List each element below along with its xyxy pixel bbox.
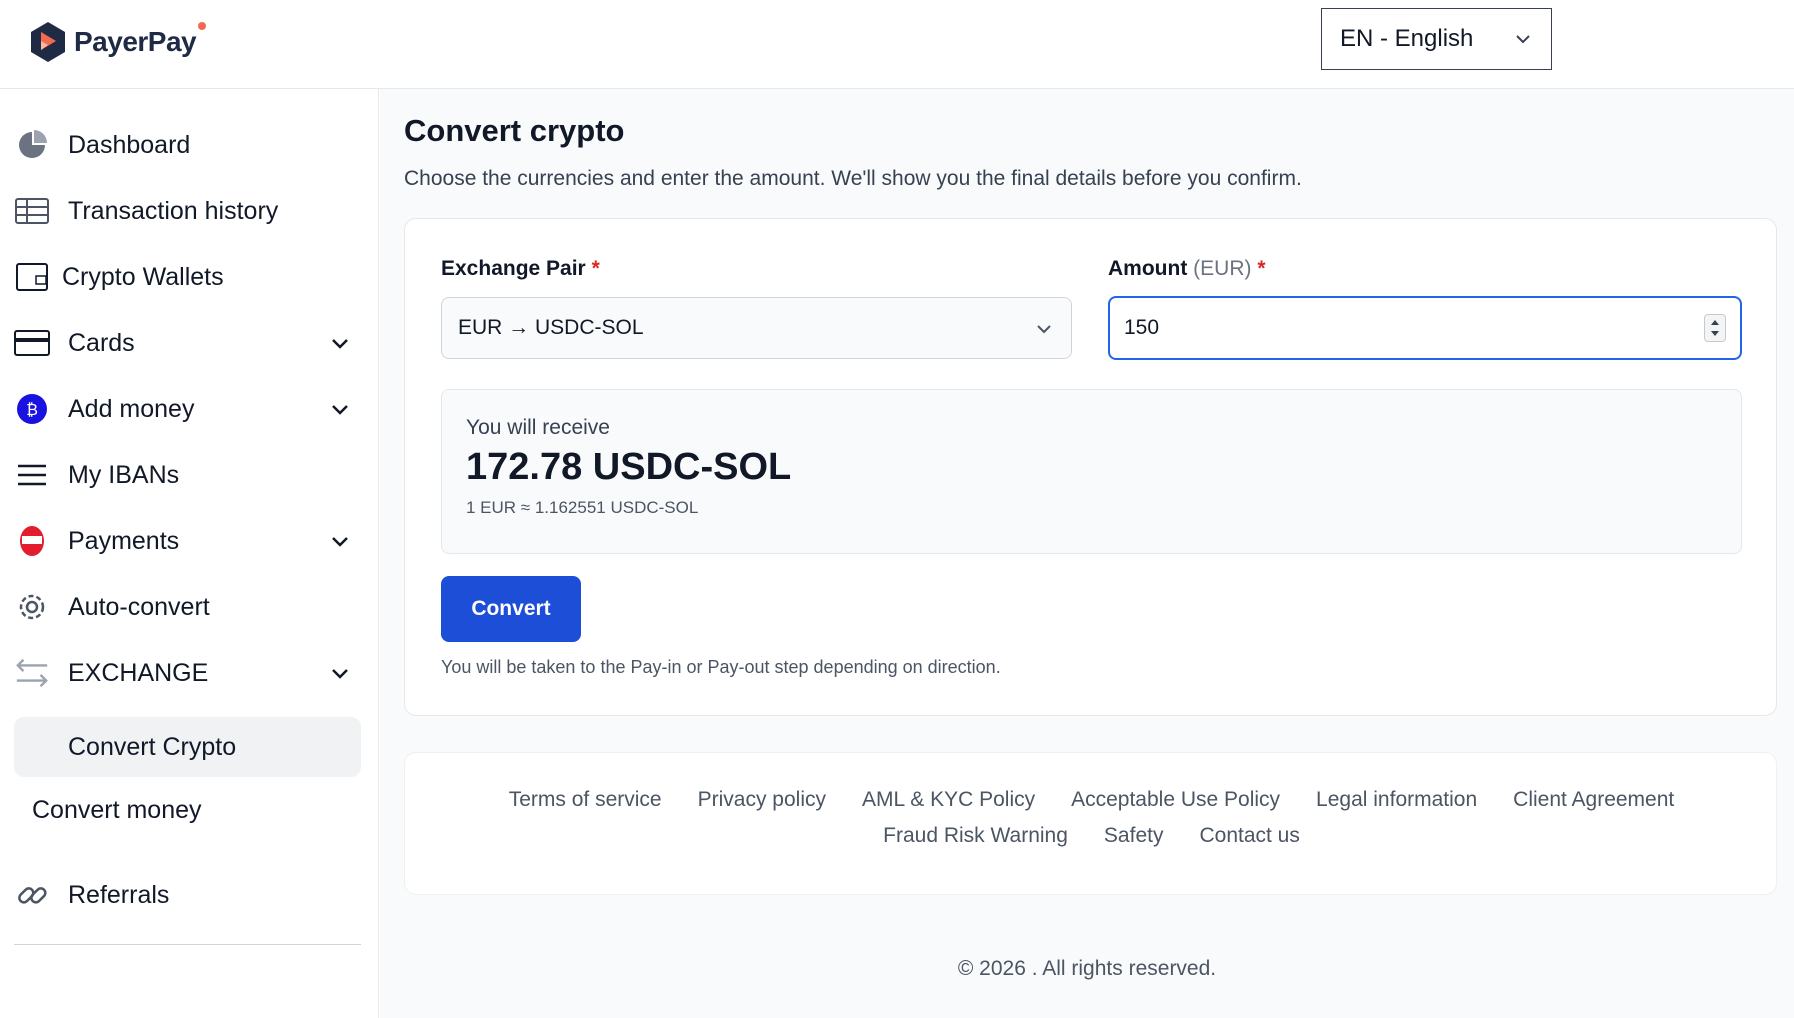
convert-hint: You will be taken to the Pay-in or Pay-o…	[441, 657, 1001, 677]
brand-name: PayerPay	[74, 26, 197, 57]
page-subtitle: Choose the currencies and enter the amou…	[404, 167, 1302, 190]
pie-chart-icon	[14, 127, 50, 163]
sidebar-item-my-ibans[interactable]: My IBANs	[0, 446, 379, 504]
footer-links-row: Fraud Risk Warning Safety Contact us	[405, 824, 1778, 848]
amount-label: Amount (EUR) *	[1108, 257, 1266, 281]
language-select-value: EN - English	[1340, 25, 1474, 52]
sidebar-item-label: Referrals	[68, 880, 170, 909]
required-mark: *	[1257, 257, 1266, 280]
brand-logo-icon	[31, 22, 65, 62]
amount-label-text: Amount	[1108, 257, 1188, 280]
footer-link-aml-kyc[interactable]: AML & KYC Policy	[862, 788, 1035, 812]
sidebar-item-label: Convert money	[32, 795, 202, 824]
sidebar-item-exchange[interactable]: EXCHANGE	[0, 644, 379, 702]
brand-logo[interactable]: PayerPay	[28, 20, 207, 64]
wallet-icon	[14, 259, 50, 295]
footer-link-client-agreement[interactable]: Client Agreement	[1513, 788, 1674, 812]
footer-link-terms[interactable]: Terms of service	[509, 788, 662, 812]
sidebar-item-label: Cards	[68, 328, 135, 357]
exchange-pair-select[interactable]: EUR → USDC-SOL	[441, 297, 1072, 359]
link-icon	[14, 877, 50, 913]
sidebar-item-payments[interactable]: Payments	[0, 512, 379, 570]
sidebar-item-label: Auto-convert	[68, 592, 210, 621]
chevron-down-icon	[332, 537, 348, 547]
menu-lines-icon	[14, 457, 50, 493]
footer-links: Terms of service Privacy policy AML & KY…	[404, 752, 1777, 895]
page-title: Convert crypto	[404, 113, 625, 148]
sidebar-item-crypto-wallets[interactable]: Crypto Wallets	[0, 248, 379, 306]
sidebar-divider	[14, 944, 361, 945]
footer-link-fraud-risk[interactable]: Fraud Risk Warning	[883, 824, 1068, 848]
convert-button[interactable]: Convert	[441, 576, 581, 642]
exchange-pair-label-text: Exchange Pair	[441, 257, 586, 280]
brand-dot	[198, 22, 207, 30]
exchange-rate: 1 EUR ≈ 1.162551 USDC-SOL	[466, 498, 699, 517]
sidebar-item-convert-crypto[interactable]: Convert Crypto	[14, 717, 361, 777]
chevron-down-icon	[332, 339, 348, 349]
sidebar-item-label: Transaction history	[68, 196, 279, 225]
sidebar-item-label: Convert Crypto	[68, 732, 237, 761]
payments-icon	[14, 523, 50, 559]
sidebar-item-convert-money[interactable]: Convert money	[32, 785, 202, 835]
credit-card-icon	[14, 325, 50, 361]
required-mark: *	[591, 257, 600, 280]
chevron-down-icon	[1516, 35, 1530, 44]
language-select[interactable]: EN - English	[1321, 8, 1552, 70]
sidebar-item-auto-convert[interactable]: Auto-convert	[0, 578, 379, 636]
sidebar-item-transaction-history[interactable]: Transaction history	[0, 182, 379, 240]
chevron-down-icon	[1037, 325, 1051, 334]
amount-stepper[interactable]	[1704, 314, 1726, 342]
sidebar-item-add-money[interactable]: ₿ Add money	[0, 380, 379, 438]
sidebar-item-label: Add money	[68, 394, 195, 423]
footer-link-legal[interactable]: Legal information	[1316, 788, 1477, 812]
copyright: © 2026 . All rights reserved.	[957, 957, 1217, 980]
footer-link-contact[interactable]: Contact us	[1199, 824, 1299, 848]
sidebar-item-label: Payments	[68, 526, 180, 555]
receive-amount: 172.78 USDC-SOL	[466, 446, 792, 488]
sidebar-item-referrals[interactable]: Referrals	[0, 866, 379, 924]
exchange-pair-label: Exchange Pair *	[441, 257, 600, 281]
amount-input-value: 150	[1124, 316, 1160, 339]
receive-summary: You will receive 172.78 USDC-SOL 1 EUR ≈…	[441, 389, 1742, 554]
footer-link-acceptable-use[interactable]: Acceptable Use Policy	[1071, 788, 1280, 812]
top-bar: PayerPay EN - English	[0, 0, 1794, 89]
sidebar-item-label: My IBANs	[68, 460, 180, 489]
convert-form-card: Exchange Pair * EUR → USDC-SOL Amount (E…	[404, 218, 1777, 716]
exchange-arrows-icon	[14, 655, 50, 691]
receive-label: You will receive	[466, 416, 610, 439]
chevron-down-icon	[332, 669, 348, 679]
gear-icon	[14, 589, 50, 625]
footer-link-privacy[interactable]: Privacy policy	[698, 788, 826, 812]
sidebar: Dashboard Transaction history Crypto Wal…	[0, 89, 379, 1018]
svg-text:₿: ₿	[26, 400, 38, 419]
exchange-pair-value: EUR → USDC-SOL	[458, 316, 644, 339]
chevron-down-icon	[332, 405, 348, 415]
sidebar-item-dashboard[interactable]: Dashboard	[0, 116, 379, 174]
footer-links-row: Terms of service Privacy policy AML & KY…	[405, 788, 1778, 812]
sidebar-item-label: Dashboard	[68, 130, 191, 159]
table-icon	[14, 193, 50, 229]
stepper-arrows-icon	[1711, 320, 1719, 336]
add-money-icon: ₿	[14, 391, 50, 427]
amount-currency: (EUR)	[1193, 257, 1252, 280]
sidebar-item-label: Crypto Wallets	[62, 262, 224, 291]
sidebar-item-label: EXCHANGE	[68, 658, 209, 687]
amount-input[interactable]: 150	[1108, 296, 1742, 360]
footer-link-safety[interactable]: Safety	[1104, 824, 1164, 848]
sidebar-item-cards[interactable]: Cards	[0, 314, 379, 372]
main-content: Convert crypto Choose the currencies and…	[380, 89, 1794, 1018]
